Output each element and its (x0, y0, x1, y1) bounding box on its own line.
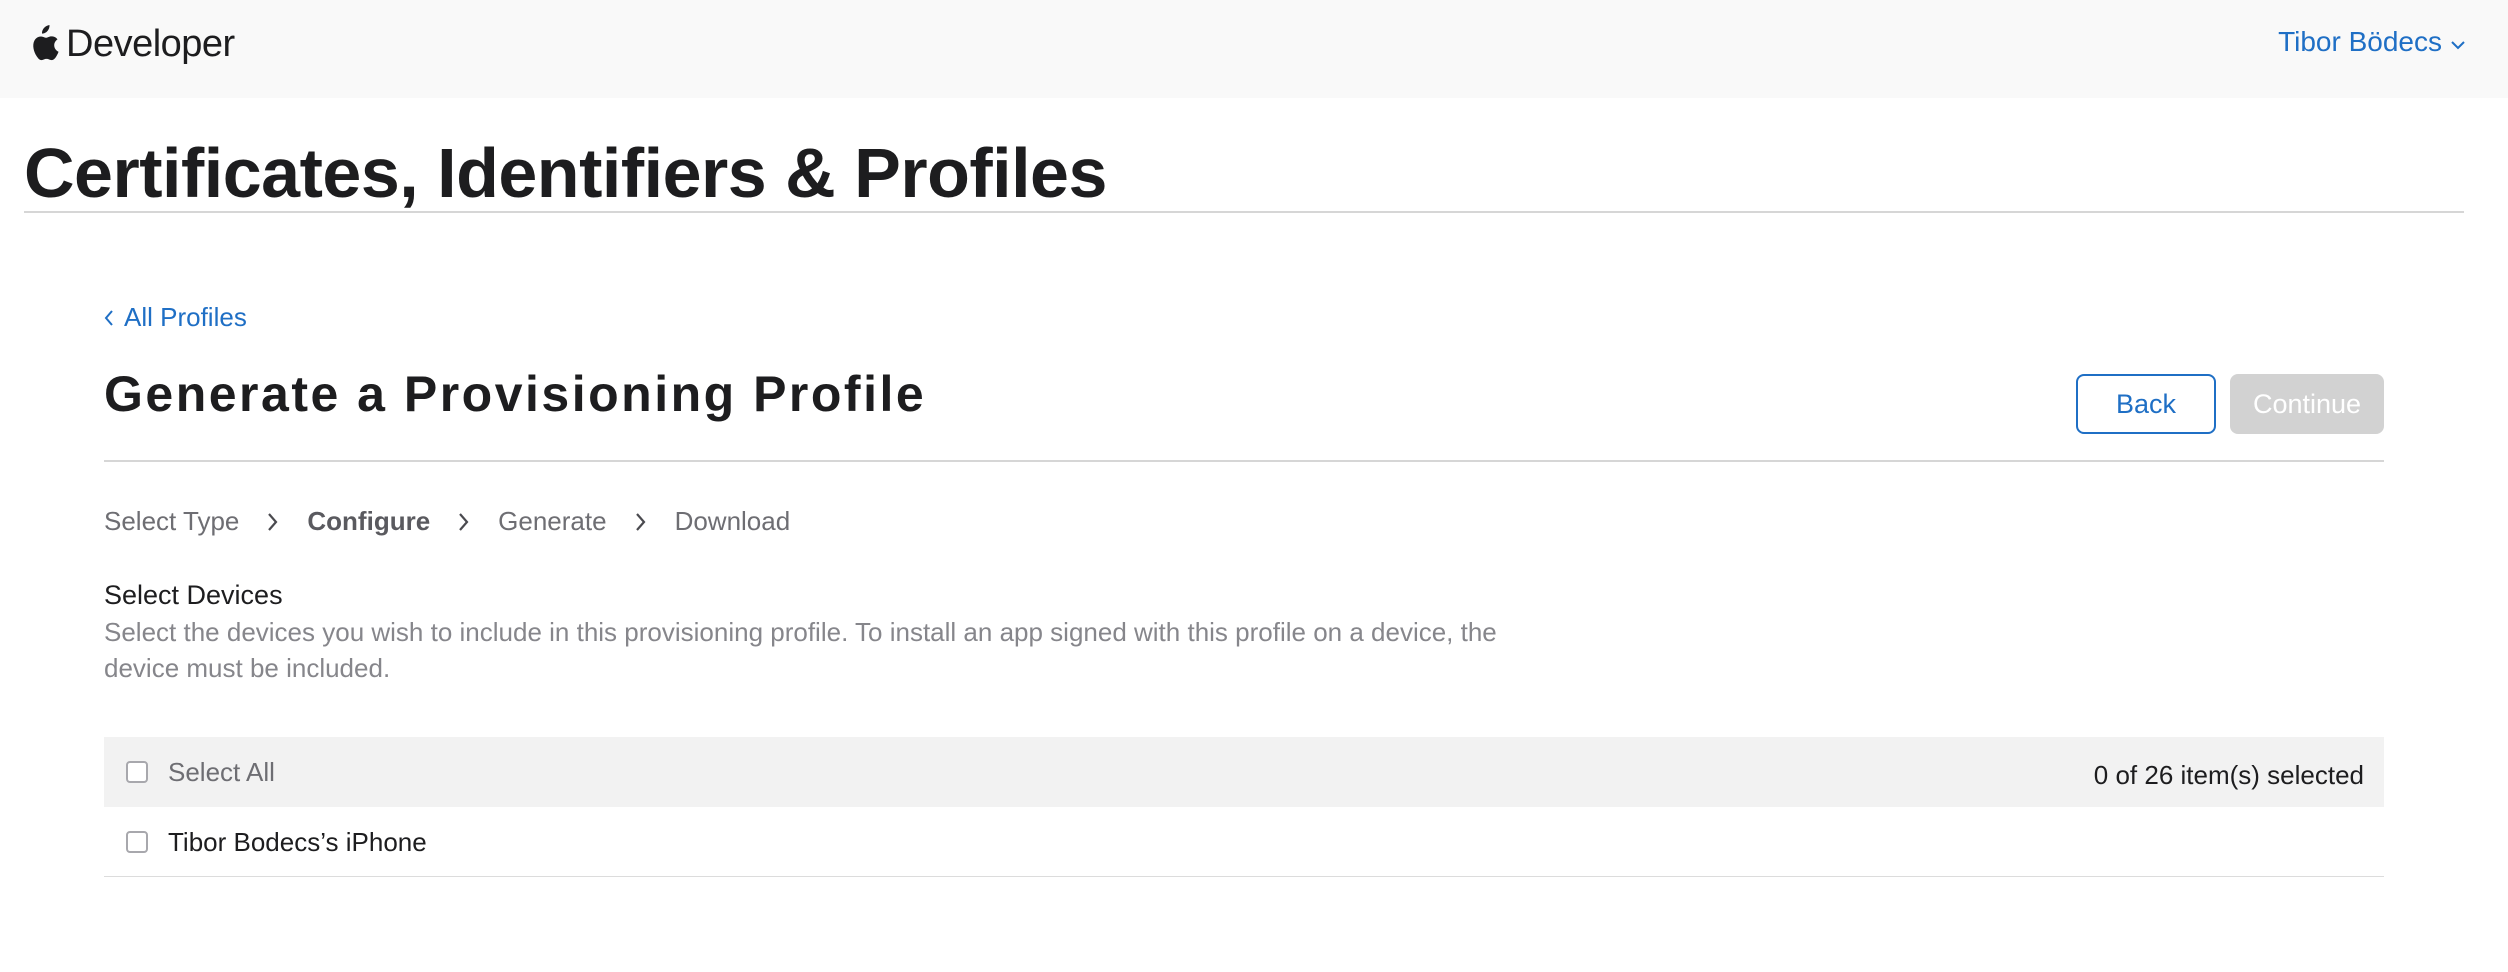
global-header: Developer Tibor Bödecs (0, 0, 2508, 98)
chevron-right-icon (268, 512, 278, 531)
step-configure: Configure (307, 506, 431, 536)
step-download: Download (674, 506, 791, 536)
all-profiles-label: All Profiles (124, 302, 247, 332)
chevron-right-icon (459, 512, 469, 531)
select-all-label[interactable]: Select All (168, 757, 275, 788)
select-all-checkbox[interactable] (126, 761, 148, 783)
all-profiles-link[interactable]: All Profiles (104, 302, 247, 333)
continue-button: Continue (2230, 374, 2384, 434)
back-button[interactable]: Back (2076, 374, 2216, 434)
chevron-left-icon (104, 309, 113, 326)
user-menu[interactable]: Tibor Bödecs (2278, 26, 2466, 58)
step-select-type: Select Type (104, 506, 240, 536)
device-row[interactable]: Tibor Bodecs’s iPhone (104, 807, 2384, 877)
select-devices-description: Select the devices you wish to include i… (104, 617, 1497, 683)
chevron-right-icon (635, 512, 646, 531)
step-indicator: Select Type Configure Generate Download (104, 506, 790, 537)
title-divider (24, 211, 2464, 213)
row-divider (104, 876, 2384, 877)
developer-brand-link[interactable]: Developer (24, 20, 235, 68)
chevron-down-icon (2451, 41, 2465, 50)
brand-name: Developer (66, 23, 235, 65)
section-title: Generate a Provisioning Profile (104, 366, 927, 422)
selected-count: 0 of 26 item(s) selected (2093, 760, 2364, 790)
select-devices-heading: Select Devices (104, 580, 283, 610)
page-title: Certificates, Identifiers & Profiles (24, 134, 1107, 212)
device-checkbox[interactable] (126, 831, 148, 853)
step-generate: Generate (498, 506, 607, 536)
user-name: Tibor Bödecs (2278, 26, 2442, 57)
device-list-header: Select All 0 of 26 item(s) selected (104, 737, 2384, 807)
apple-logo-icon (33, 25, 59, 61)
section-divider (104, 460, 2384, 462)
device-name[interactable]: Tibor Bodecs’s iPhone (168, 827, 427, 858)
